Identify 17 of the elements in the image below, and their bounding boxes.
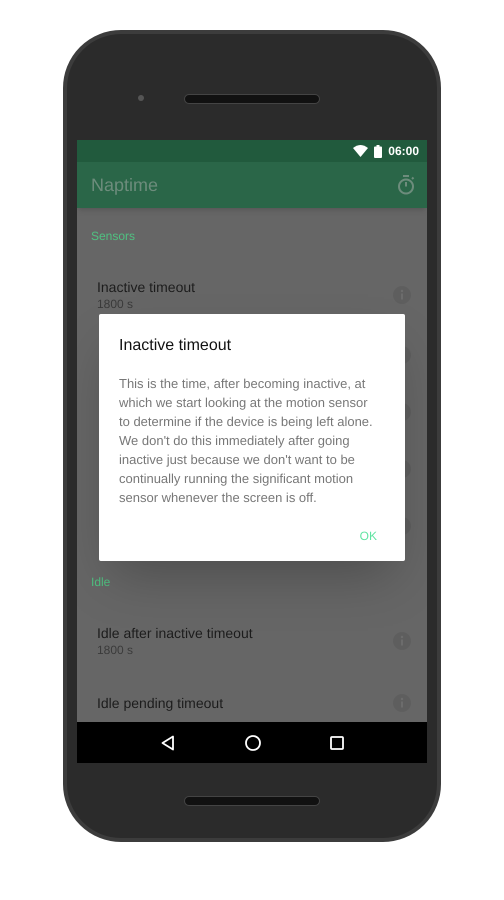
recents-icon[interactable] — [330, 736, 344, 750]
back-icon[interactable] — [160, 734, 176, 750]
toolbar-title: Naptime — [91, 174, 158, 197]
section-header: Sensors — [91, 228, 136, 245]
camera — [138, 95, 144, 101]
dialog-title: Inactive timeout — [119, 336, 232, 356]
home-icon[interactable] — [244, 734, 261, 750]
setting-title: Idle pending timeout — [97, 694, 224, 712]
status-time: 06:00 — [388, 143, 419, 160]
section-header: Idle — [91, 574, 110, 591]
stopwatch-icon[interactable] — [397, 175, 415, 195]
dialog-message: This is the time, after becoming inactive, at which we start looking at the motion sensor to determine if the device is being left alone. We don't do this immediately after going inactive just because we don't want to be continually running the significant motion sensor whenever the screen is off. — [119, 375, 374, 507]
wifi-icon — [353, 145, 368, 157]
setting-title: Idle after inactive timeout — [97, 624, 253, 642]
ok-button[interactable]: OK — [352, 519, 385, 553]
setting-title: Inactive timeout — [97, 278, 196, 296]
battery-icon — [374, 144, 382, 158]
